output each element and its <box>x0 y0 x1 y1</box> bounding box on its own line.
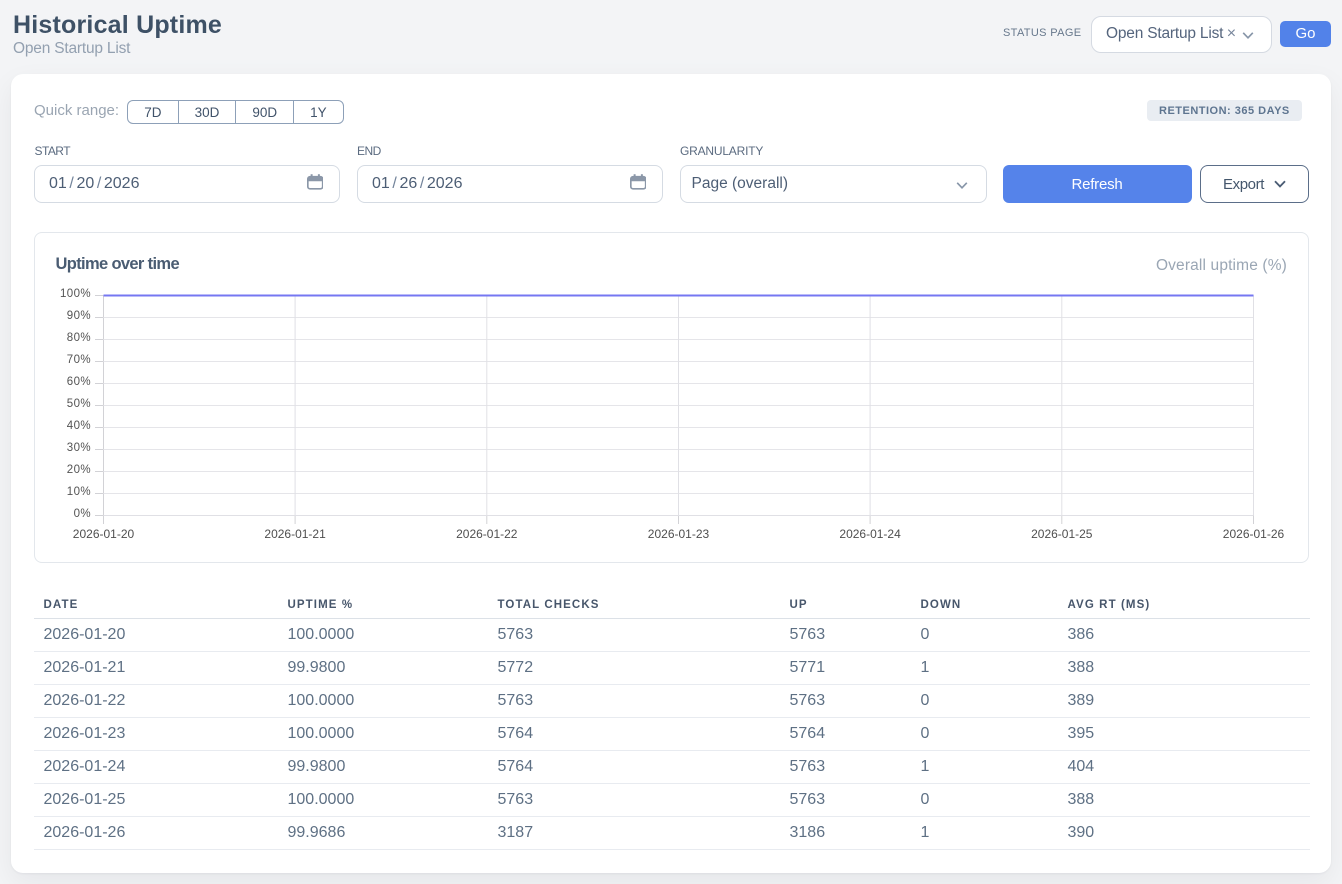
svg-text:30%: 30% <box>67 442 91 454</box>
svg-text:2026-01-25: 2026-01-25 <box>1031 527 1093 541</box>
svg-text:2026-01-20: 2026-01-20 <box>73 527 135 541</box>
svg-text:0%: 0% <box>74 508 91 520</box>
svg-text:70%: 70% <box>67 354 91 366</box>
svg-text:10%: 10% <box>67 486 91 498</box>
svg-text:40%: 40% <box>67 420 91 432</box>
svg-text:100%: 100% <box>60 288 91 300</box>
svg-text:2026-01-26: 2026-01-26 <box>1223 527 1285 541</box>
svg-text:2026-01-21: 2026-01-21 <box>264 527 326 541</box>
svg-text:50%: 50% <box>67 398 91 410</box>
svg-text:2026-01-22: 2026-01-22 <box>456 527 518 541</box>
svg-text:80%: 80% <box>67 332 91 344</box>
svg-text:20%: 20% <box>67 464 91 476</box>
svg-text:2026-01-24: 2026-01-24 <box>839 527 901 541</box>
svg-text:60%: 60% <box>67 376 91 388</box>
svg-text:2026-01-23: 2026-01-23 <box>648 527 710 541</box>
svg-text:90%: 90% <box>67 310 91 322</box>
